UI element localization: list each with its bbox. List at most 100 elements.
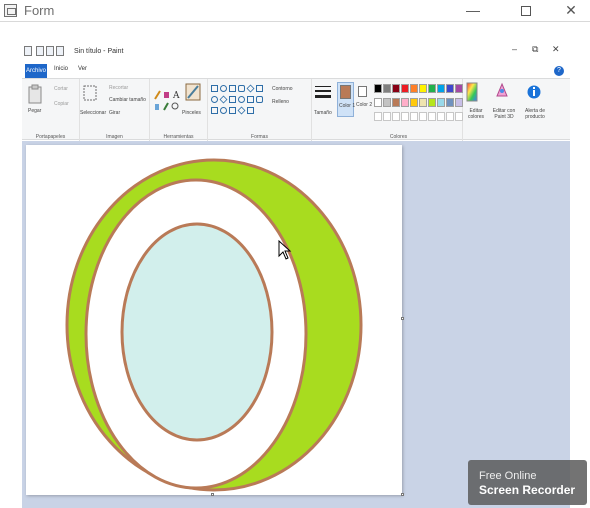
palette-swatch[interactable] [437,98,445,107]
tab-file[interactable]: Archivo [25,64,47,78]
palette-swatch[interactable] [446,98,454,107]
tools-group-label: Herramientas [163,134,194,140]
product-alert-button[interactable]: Alerta de producto [520,108,550,120]
canvas-resize-handle-corner[interactable] [401,493,404,496]
palette-swatch[interactable] [437,84,445,93]
cut-button[interactable]: Cortar [54,86,68,92]
paste-icon[interactable] [28,84,42,104]
help-icon[interactable]: ? [554,66,564,76]
clipboard-group: Pegar Cortar Copiar Portapapeles [22,79,80,141]
shapes-group: Contorno Relleno Formas [208,79,312,141]
tab-home[interactable]: Inicio [54,66,68,72]
palette-swatch[interactable] [446,84,454,93]
form-titlebar: Form — ✕ [0,0,590,22]
resize-button[interactable]: Cambiar tamaño [109,97,146,103]
form-close-button[interactable]: ✕ [548,0,590,22]
colors-group: Color 1 Color 2 Colores [335,79,463,141]
tools-icons[interactable]: A [152,89,182,113]
palette-swatch[interactable] [401,98,409,107]
custom-color-slot[interactable] [428,112,436,121]
recorder-watermark: Free Online Screen Recorder [468,460,587,505]
color1-label: Color 1 [339,103,356,109]
watermark-line1: Free Online [479,470,537,482]
custom-color-slot[interactable] [437,112,445,121]
extras-group: Editar colores Editar con Paint 3D Alert… [463,79,570,141]
edit-colors-icon[interactable] [466,82,478,102]
canvas-resize-handle-bottom[interactable] [211,493,214,496]
palette-swatch[interactable] [428,98,436,107]
canvas-resize-handle-right[interactable] [401,317,404,320]
mouse-cursor-icon [278,240,292,260]
info-icon[interactable] [527,83,541,101]
palette-swatch[interactable] [374,98,382,107]
custom-color-slot[interactable] [374,112,382,121]
ribbon-tabs: Archivo Inicio Ver ? [22,64,570,78]
palette-swatch[interactable] [401,84,409,93]
save-icon[interactable] [36,46,44,56]
palette-swatch[interactable] [455,84,463,93]
color1-swatch [340,85,351,99]
form-app-icon [4,4,17,17]
form-maximize-button[interactable] [503,0,549,22]
svg-text:A: A [172,91,180,101]
clipboard-group-label: Portapapeles [35,134,66,140]
brushes-icon[interactable] [184,82,202,102]
image-group: Seleccionar Recortar Cambiar tamaño Gira… [80,79,150,141]
palette-swatch[interactable] [410,84,418,93]
ribbon: Pegar Cortar Copiar Portapapeles Selecci… [22,78,570,141]
undo-icon[interactable] [46,46,54,56]
line-size-icon[interactable] [314,84,332,102]
drawing-canvas[interactable] [26,145,402,495]
palette-swatch[interactable] [374,84,382,93]
palette-swatch[interactable] [428,84,436,93]
color2-selector[interactable]: Color 2 [356,82,372,117]
custom-color-slot[interactable] [446,112,454,121]
paste-button[interactable]: Pegar [28,108,41,114]
color1-selector[interactable]: Color 1 [337,82,356,117]
color2-swatch [358,86,367,97]
tab-view[interactable]: Ver [78,66,87,72]
quick-access-toolbar [24,46,68,58]
custom-color-slot[interactable] [455,112,463,121]
custom-color-slot[interactable] [419,112,427,121]
rotate-button[interactable]: Girar [109,110,120,116]
watermark-line2: Screen Recorder [479,483,576,497]
custom-color-slot[interactable] [383,112,391,121]
outline-button[interactable]: Contorno [272,86,293,92]
select-button[interactable]: Seleccionar [80,110,106,116]
paint-close-button[interactable]: ✕ [552,44,560,55]
fill-button[interactable]: Relleno [272,99,289,105]
palette-swatch[interactable] [383,98,391,107]
palette-swatch[interactable] [392,84,400,93]
palette-swatch[interactable] [455,98,463,107]
palette-swatch[interactable] [419,98,427,107]
tools-group: A Pinceles Herramientas [150,79,208,141]
palette-swatch[interactable] [383,84,391,93]
paint-titlebar: Sin título - Paint – ⧉ ✕ [22,40,570,64]
paint3d-button[interactable]: Editar con Paint 3D [490,108,518,120]
maximize-icon [521,6,531,17]
custom-color-slot[interactable] [401,112,409,121]
copy-button[interactable]: Copiar [54,101,69,107]
select-icon[interactable] [83,85,97,103]
paint-minimize-button[interactable]: – [512,44,517,54]
size-button[interactable]: Tamaño [314,110,332,116]
image-group-label: Imagen [106,134,123,140]
crop-button[interactable]: Recortar [109,85,128,91]
palette-swatch[interactable] [410,98,418,107]
palette-swatch[interactable] [392,98,400,107]
form-minimize-button[interactable]: — [450,0,496,22]
palette-swatch[interactable] [419,84,427,93]
paint-window: Sin título - Paint – ⧉ ✕ Archivo Inicio … [22,40,570,508]
custom-color-slot[interactable] [410,112,418,121]
paint-title: Sin título - Paint [74,48,124,55]
paint3d-icon[interactable] [494,82,510,100]
redo-icon[interactable] [56,46,64,56]
size-group: Tamaño [312,79,334,141]
brushes-button[interactable]: Pinceles [182,110,201,116]
edit-colors-button[interactable]: Editar colores [463,108,489,120]
shapes-group-label: Formas [251,134,268,140]
custom-color-slot[interactable] [392,112,400,121]
paint-restore-button[interactable]: ⧉ [532,44,538,55]
paint-app-icon [24,46,32,56]
